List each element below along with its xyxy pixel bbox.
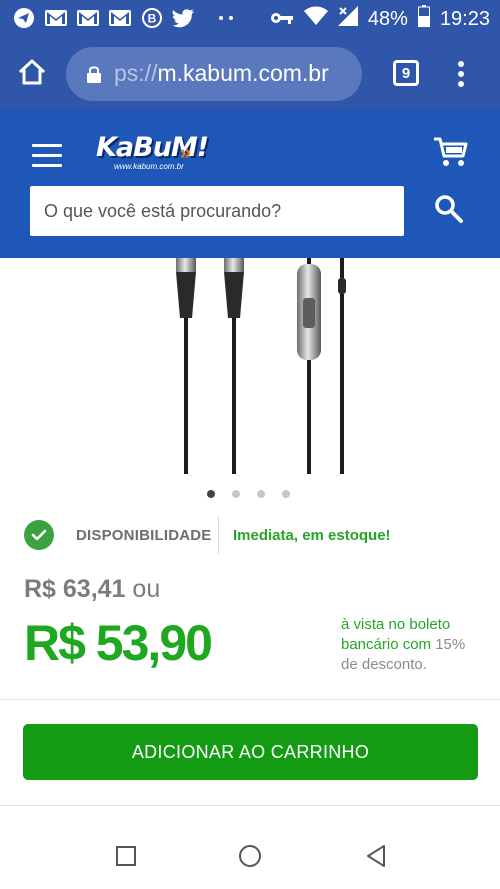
logo-subtext: www.kabum.com.br — [114, 162, 184, 171]
discount-note-text: à vista no boleto bancário com — [341, 616, 451, 653]
recents-icon[interactable] — [112, 842, 140, 870]
home-icon[interactable] — [16, 56, 52, 92]
battery-icon — [417, 5, 430, 33]
battery-percent: 48% — [367, 7, 408, 30]
system-icons: 48% 19:23 — [270, 5, 490, 33]
twitter-icon — [172, 6, 196, 30]
menu-icon[interactable] — [32, 144, 62, 167]
discount-note: à vista no boleto bancário com 15% de de… — [341, 615, 481, 675]
old-price-value: R$ 63,41 — [24, 575, 126, 603]
tab-switcher-button[interactable]: 9 — [393, 60, 419, 86]
carousel-dot[interactable] — [257, 490, 265, 498]
wifi-icon — [303, 6, 328, 32]
old-price: R$ 63,41 ou — [24, 575, 160, 604]
system-nav-bar — [0, 822, 500, 889]
gmail-icon — [76, 6, 100, 30]
carousel-dot[interactable] — [232, 490, 240, 498]
check-icon — [24, 520, 54, 550]
more-dots-icon — [214, 6, 238, 30]
home-nav-icon[interactable] — [236, 842, 264, 870]
clock: 19:23 — [439, 7, 490, 30]
svg-text:B: B — [148, 12, 157, 26]
availability-status: Imediata, em estoque! — [233, 527, 391, 544]
lock-icon — [86, 65, 102, 83]
logo-arrow-icon: » — [180, 142, 192, 164]
divider — [0, 805, 500, 806]
bitcoin-icon: B — [140, 6, 164, 30]
discount-percent: 15% — [435, 636, 466, 653]
back-icon[interactable] — [362, 842, 390, 870]
browser-toolbar: ps://m.kabum.com.br 9 — [0, 36, 500, 110]
overflow-menu-icon[interactable] — [456, 60, 466, 88]
divider — [218, 516, 219, 554]
signal-icon — [337, 6, 358, 32]
gmail-icon — [108, 6, 132, 30]
site-header: KaBuM! www.kabum.com.br » — [0, 110, 500, 258]
carousel-dot[interactable] — [282, 490, 290, 498]
status-bar: B 48% 19:23 — [0, 0, 500, 36]
url-host: m.kabum.com.br — [157, 60, 329, 86]
availability-label: DISPONIBILIDADE — [76, 527, 212, 544]
kabum-logo[interactable]: KaBuM! www.kabum.com.br » — [96, 132, 212, 174]
telegram-icon — [12, 6, 36, 30]
old-price-suffix: ou — [132, 575, 161, 603]
url-text: ps://m.kabum.com.br — [114, 60, 329, 87]
search-input[interactable] — [30, 186, 404, 236]
carousel-indicators — [207, 490, 290, 498]
cash-price: R$ 53,90 — [24, 615, 213, 671]
product-image[interactable] — [160, 258, 360, 478]
add-to-cart-button[interactable]: ADICIONAR AO CARRINHO — [23, 724, 478, 780]
discount-note-end: de desconto. — [341, 656, 427, 673]
gmail-icon — [44, 6, 68, 30]
notification-icons: B — [12, 6, 238, 30]
url-bar[interactable]: ps://m.kabum.com.br — [66, 47, 362, 101]
search-icon[interactable] — [434, 194, 466, 226]
cart-icon[interactable] — [433, 136, 469, 168]
key-icon — [270, 8, 294, 31]
divider — [0, 699, 500, 700]
logo-text: KaBuM! — [96, 132, 209, 163]
search-box[interactable] — [30, 186, 404, 236]
carousel-dot[interactable] — [207, 490, 215, 498]
url-prefix: ps:// — [114, 60, 158, 86]
